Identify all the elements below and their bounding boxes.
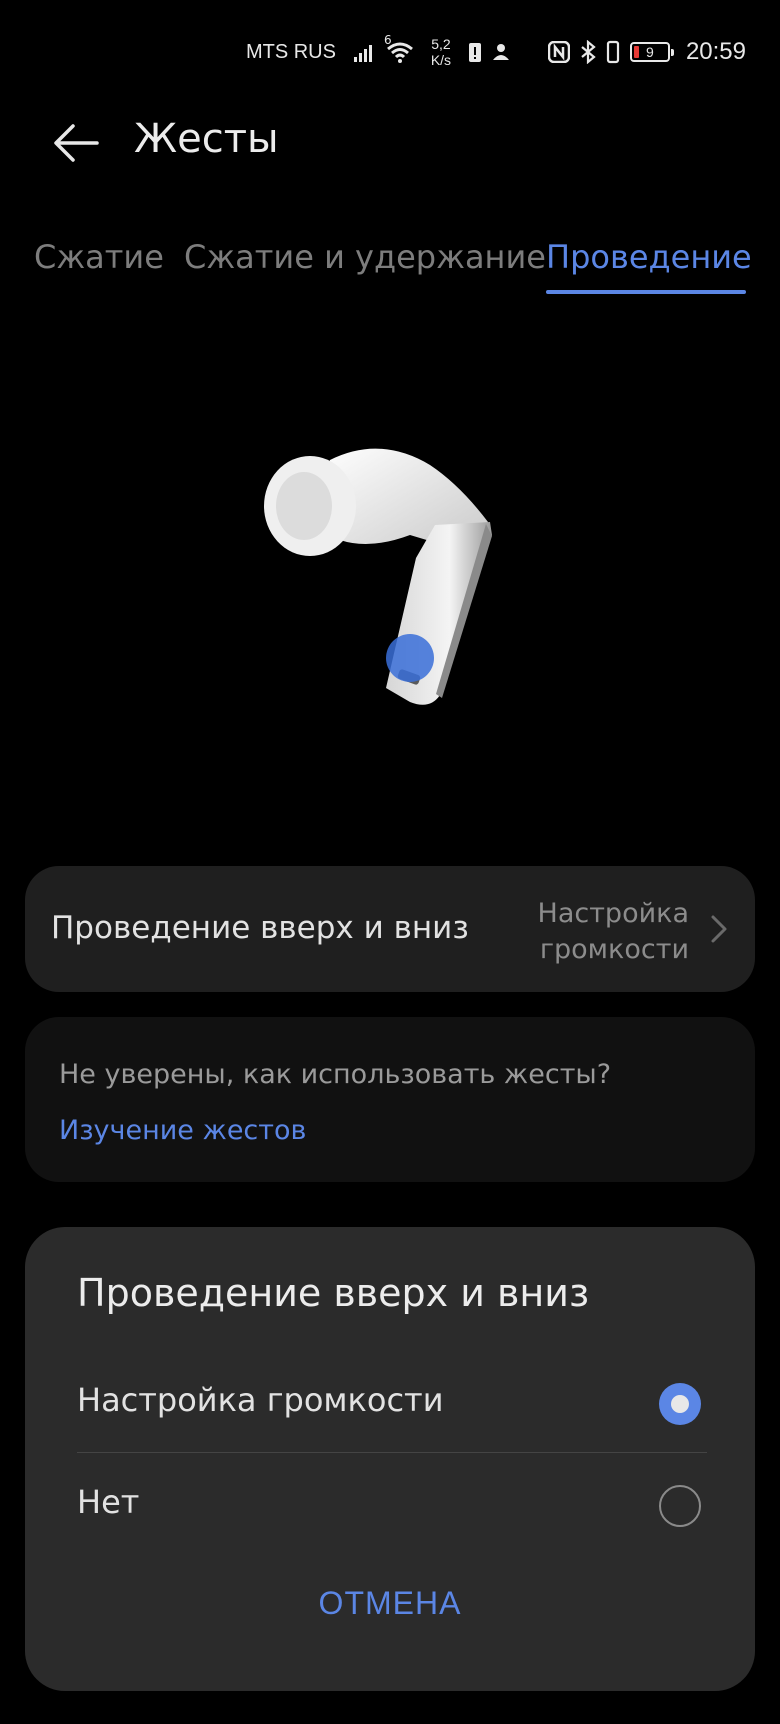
chevron-right-icon bbox=[711, 915, 727, 943]
vibrate-icon bbox=[606, 40, 620, 64]
network-type-label: 6 bbox=[383, 33, 392, 47]
earbud-illustration bbox=[260, 440, 520, 720]
active-tab-indicator bbox=[546, 290, 746, 294]
swipe-options-dialog: Проведение вверх и вниз Настройка громко… bbox=[25, 1227, 755, 1691]
radio-unselected[interactable] bbox=[659, 1485, 701, 1527]
speed-value: 5,2 bbox=[431, 36, 451, 52]
option-volume-control[interactable]: Настройка громкости bbox=[77, 1351, 707, 1451]
status-bar: MTS RUS 6 5,2 K/s 9 20:59 bbox=[0, 0, 780, 104]
gesture-tabs: Сжатие Сжатие и удержание Проведение bbox=[0, 232, 780, 302]
gesture-help-card: Не уверены, как использовать жесты? Изуч… bbox=[25, 1017, 755, 1182]
carrier-label: MTS RUS bbox=[245, 40, 336, 63]
tab-swipe[interactable]: Проведение bbox=[546, 238, 752, 276]
app-header: Жесты bbox=[0, 104, 780, 180]
tab-squeeze[interactable]: Сжатие bbox=[34, 238, 164, 276]
network-speed: 5,2 K/s bbox=[424, 36, 458, 68]
swipe-setting-label: Проведение вверх и вниз bbox=[51, 910, 469, 946]
cancel-button[interactable]: ОТМЕНА bbox=[25, 1585, 755, 1645]
radio-selected[interactable] bbox=[659, 1383, 701, 1425]
screen: MTS RUS 6 5,2 K/s 9 20:59 Жесты Сжатие С… bbox=[0, 0, 780, 1724]
page-title: Жесты bbox=[134, 116, 279, 162]
person-icon bbox=[492, 43, 510, 61]
tab-squeeze-hold[interactable]: Сжатие и удержание bbox=[184, 238, 546, 276]
back-button[interactable] bbox=[46, 118, 106, 168]
learn-gestures-link[interactable]: Изучение жестов bbox=[59, 1115, 306, 1146]
battery-level: 9 bbox=[646, 44, 654, 60]
battery-icon: 9 bbox=[629, 42, 674, 62]
bluetooth-icon bbox=[580, 40, 596, 64]
option-label: Нет bbox=[77, 1483, 140, 1521]
swipe-setting-value: Настройка громкости bbox=[489, 896, 689, 968]
swipe-setting-value-line1: Настройка bbox=[537, 898, 689, 929]
swipe-setting-value-line2: громкости bbox=[539, 934, 689, 965]
nfc-icon bbox=[547, 41, 570, 63]
clock: 20:59 bbox=[685, 38, 746, 65]
help-text: Не уверены, как использовать жесты? bbox=[59, 1059, 612, 1090]
dialog-title: Проведение вверх и вниз bbox=[77, 1271, 590, 1315]
swipe-setting-row[interactable]: Проведение вверх и вниз Настройка громко… bbox=[25, 866, 755, 992]
signal-icon bbox=[353, 42, 376, 62]
alert-icon bbox=[468, 41, 482, 63]
wifi-icon: 6 bbox=[384, 33, 414, 63]
option-label: Настройка громкости bbox=[77, 1381, 444, 1419]
arrow-left-icon bbox=[54, 124, 99, 162]
speed-unit: K/s bbox=[430, 52, 452, 68]
option-none[interactable]: Нет bbox=[77, 1453, 707, 1553]
